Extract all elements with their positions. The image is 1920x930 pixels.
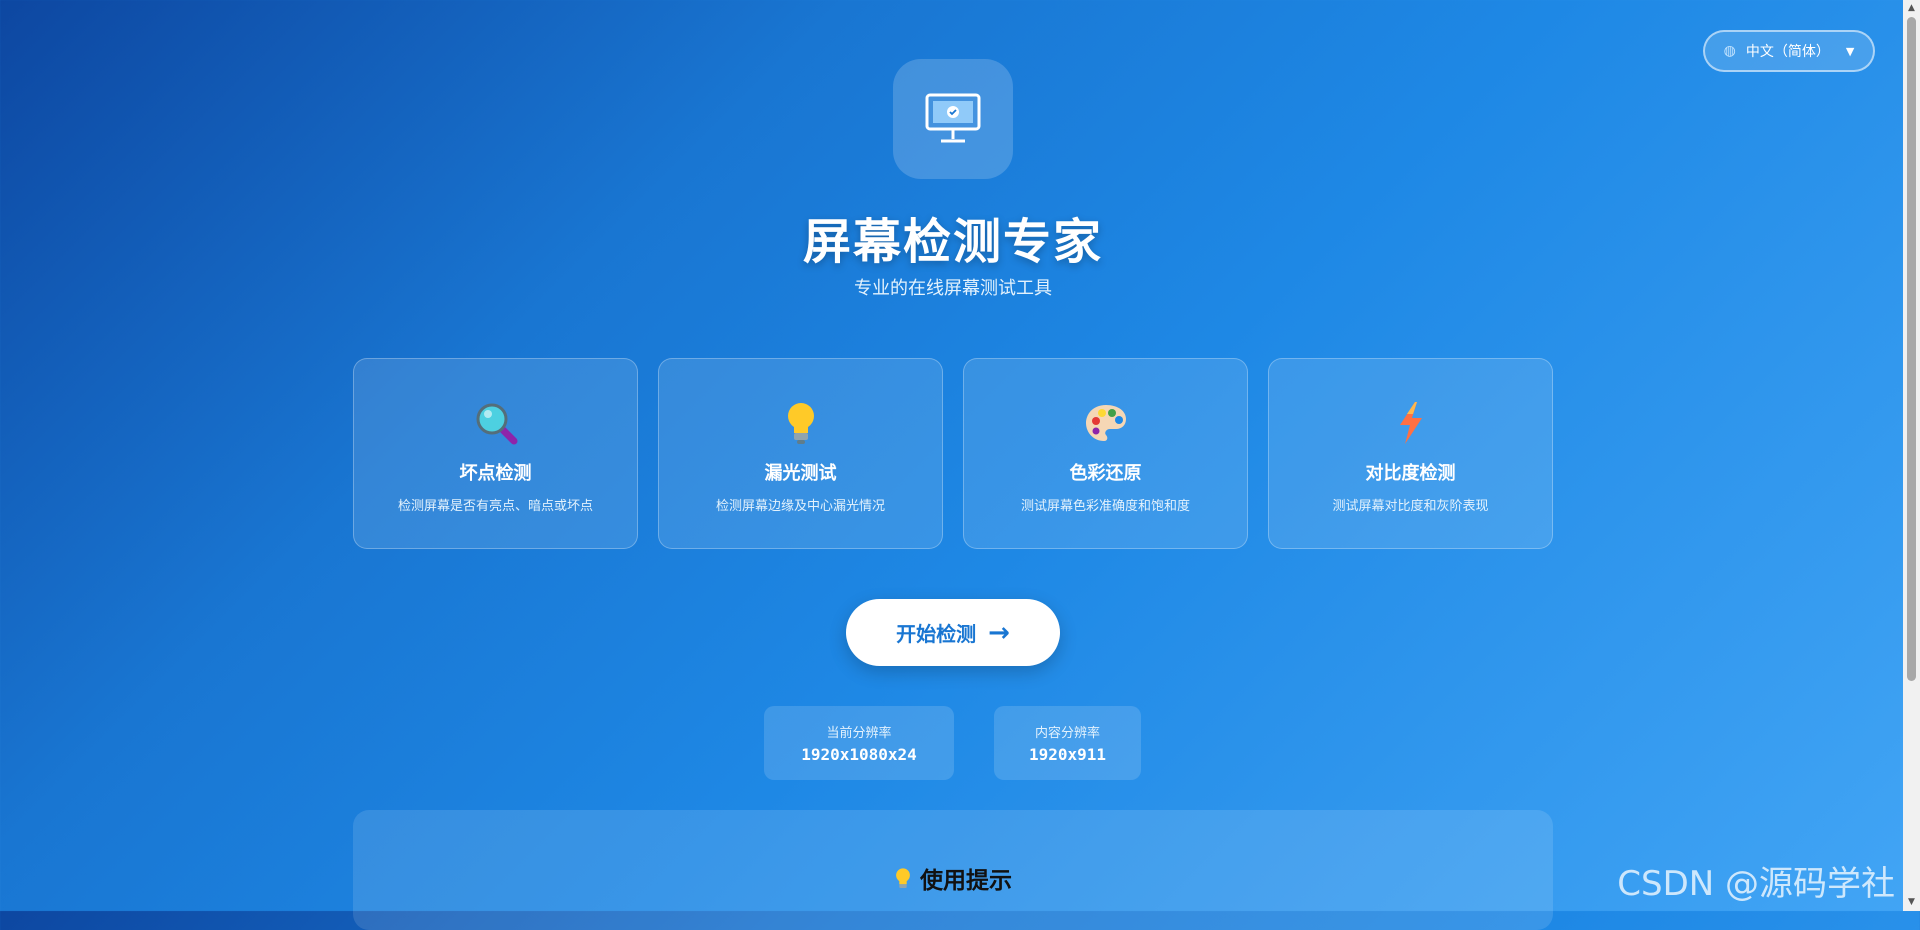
arrow-right-icon: → (988, 617, 1010, 648)
globe-icon: ◍ (1723, 43, 1736, 59)
magnifier-icon (474, 401, 518, 445)
feature-card-contrast[interactable]: 对比度检测 测试屏幕对比度和灰阶表现 (1268, 358, 1553, 549)
watermark: CSDN @源码学社 (1617, 864, 1895, 904)
app-logo (893, 59, 1013, 179)
current-resolution-box: 当前分辨率 1920x1080x24 (764, 706, 954, 780)
feature-cards: 坏点检测 检测屏幕是否有亮点、暗点或坏点 漏光测试 检测屏幕边缘及中心漏光情况 (353, 358, 1553, 549)
feature-desc: 检测屏幕边缘及中心漏光情况 (715, 499, 885, 514)
start-button-label: 开始检测 (896, 622, 977, 646)
chevron-down-icon: ▼ (1845, 44, 1855, 58)
current-resolution-label: 当前分辨率 (826, 726, 892, 741)
feature-card-color[interactable]: 色彩还原 测试屏幕色彩准确度和饱和度 (963, 358, 1248, 549)
page-title: 屏幕检测专家 (802, 214, 1103, 270)
scroll-up-icon[interactable]: ▲ (1903, 0, 1920, 17)
feature-title: 漏光测试 (764, 463, 837, 484)
feature-desc: 检测屏幕是否有亮点、暗点或坏点 (397, 499, 593, 514)
lightning-icon (1397, 401, 1425, 445)
vertical-scrollbar[interactable]: ▲ ▼ (1903, 0, 1920, 911)
language-select[interactable]: ◍ 中文（简体） ▼ (1703, 30, 1875, 72)
feature-card-dead-pixel[interactable]: 坏点检测 检测屏幕是否有亮点、暗点或坏点 (353, 358, 638, 549)
lightbulb-icon (894, 868, 920, 894)
scroll-down-icon[interactable]: ▼ (1903, 894, 1920, 911)
monitor-check-icon (925, 93, 981, 143)
start-test-button[interactable]: 开始检测 → (846, 599, 1060, 666)
language-label: 中文（简体） (1745, 44, 1830, 60)
usage-tips-panel: 使用提示 (353, 810, 1553, 930)
feature-card-light-leak[interactable]: 漏光测试 检测屏幕边缘及中心漏光情况 (658, 358, 943, 549)
feature-desc: 测试屏幕色彩准确度和饱和度 (1020, 499, 1190, 514)
feature-desc: 测试屏幕对比度和灰阶表现 (1332, 499, 1489, 514)
lightbulb-icon (784, 401, 818, 445)
scrollbar-thumb[interactable] (1907, 17, 1916, 681)
feature-title: 色彩还原 (1069, 463, 1142, 484)
page-subtitle: 专业的在线屏幕测试工具 (854, 278, 1052, 299)
current-resolution-value: 1920x1080x24 (801, 745, 917, 764)
palette-icon (1084, 401, 1128, 445)
content-resolution-label: 内容分辨率 (1034, 726, 1100, 741)
feature-title: 对比度检测 (1365, 463, 1456, 484)
content-resolution-box: 内容分辨率 1920x911 (994, 706, 1141, 780)
tips-title: 使用提示 (353, 861, 1553, 895)
tips-title-text: 使用提示 (920, 868, 1012, 894)
feature-title: 坏点检测 (459, 463, 532, 484)
content-resolution-value: 1920x911 (1028, 745, 1107, 764)
